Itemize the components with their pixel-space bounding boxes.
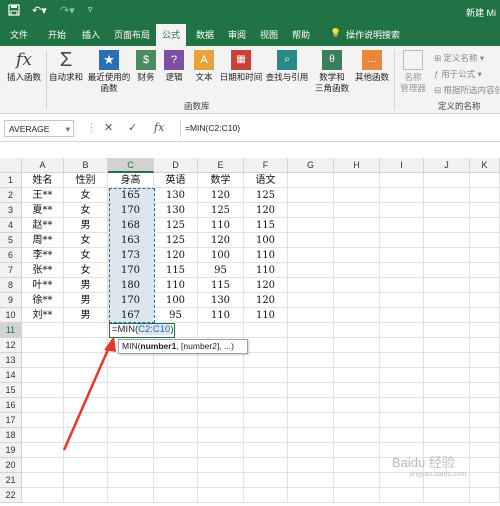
baidu-watermark: Baidu 经验 jingyan.baidu.com	[392, 452, 466, 478]
red-arrow-annotation	[62, 336, 116, 451]
watermark-text: Baidu 经验	[392, 455, 455, 470]
watermark-sub: jingyan.baidu.com	[410, 471, 467, 478]
